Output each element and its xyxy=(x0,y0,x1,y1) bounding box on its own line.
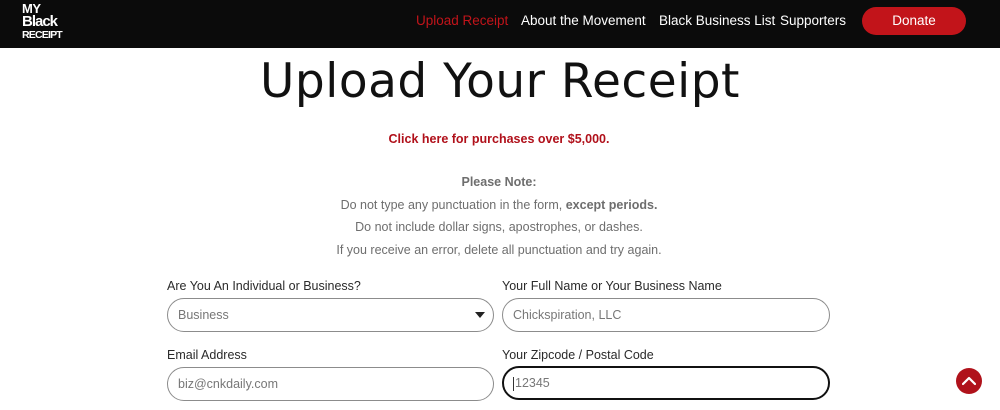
note-line-3: If you receive an error, delete all punc… xyxy=(336,242,662,257)
nav-supporters[interactable]: Supporters xyxy=(780,13,846,28)
zip-label: Your Zipcode / Postal Code xyxy=(502,348,654,362)
dropdown-arrow-icon xyxy=(475,312,485,318)
logo[interactable]: MY Black RECEIPT xyxy=(22,2,63,44)
site-header: MY Black RECEIPT Upload Receipt About th… xyxy=(0,0,1000,48)
donate-button[interactable]: Donate xyxy=(862,7,966,35)
name-input[interactable]: Chickspiration, LLC xyxy=(502,298,830,332)
page-title: Upload Your Receipt xyxy=(260,54,740,109)
type-select[interactable]: Business xyxy=(167,298,494,332)
logo-line-receipt: RECEIPT xyxy=(22,29,63,41)
name-label: Your Full Name or Your Business Name xyxy=(502,279,722,293)
note-heading: Please Note: xyxy=(461,175,537,189)
type-select-value: Business xyxy=(178,308,229,322)
note-line-1-text: Do not type any punctuation in the form, xyxy=(340,197,563,212)
zip-input[interactable]: 12345 xyxy=(502,366,830,400)
zip-input-value: 12345 xyxy=(515,376,550,390)
email-input-value: biz@cnkdaily.com xyxy=(178,377,278,391)
nav-black-business-list[interactable]: Black Business List xyxy=(659,13,775,28)
type-label: Are You An Individual or Business? xyxy=(167,279,361,293)
nav-upload-receipt[interactable]: Upload Receipt xyxy=(416,13,508,28)
name-input-value: Chickspiration, LLC xyxy=(513,308,622,322)
note-line-1: Do not type any punctuation in the form,… xyxy=(0,197,998,220)
email-label: Email Address xyxy=(167,348,247,362)
note-line-2: Do not include dollar signs, apostrophes… xyxy=(355,220,643,234)
nav-about-movement[interactable]: About the Movement xyxy=(521,13,646,28)
chevron-up-icon xyxy=(962,376,976,386)
text-caret xyxy=(513,376,514,391)
large-purchase-link[interactable]: Click here for purchases over $5,000. xyxy=(0,132,998,146)
logo-line-black: Black xyxy=(22,13,58,30)
note-line-1-emphasis: except periods. xyxy=(565,197,658,212)
email-input[interactable]: biz@cnkdaily.com xyxy=(167,367,494,401)
punctuation-notes: Please Note: Do not type any punctuation… xyxy=(0,174,998,264)
scroll-to-top-button[interactable] xyxy=(956,368,982,394)
